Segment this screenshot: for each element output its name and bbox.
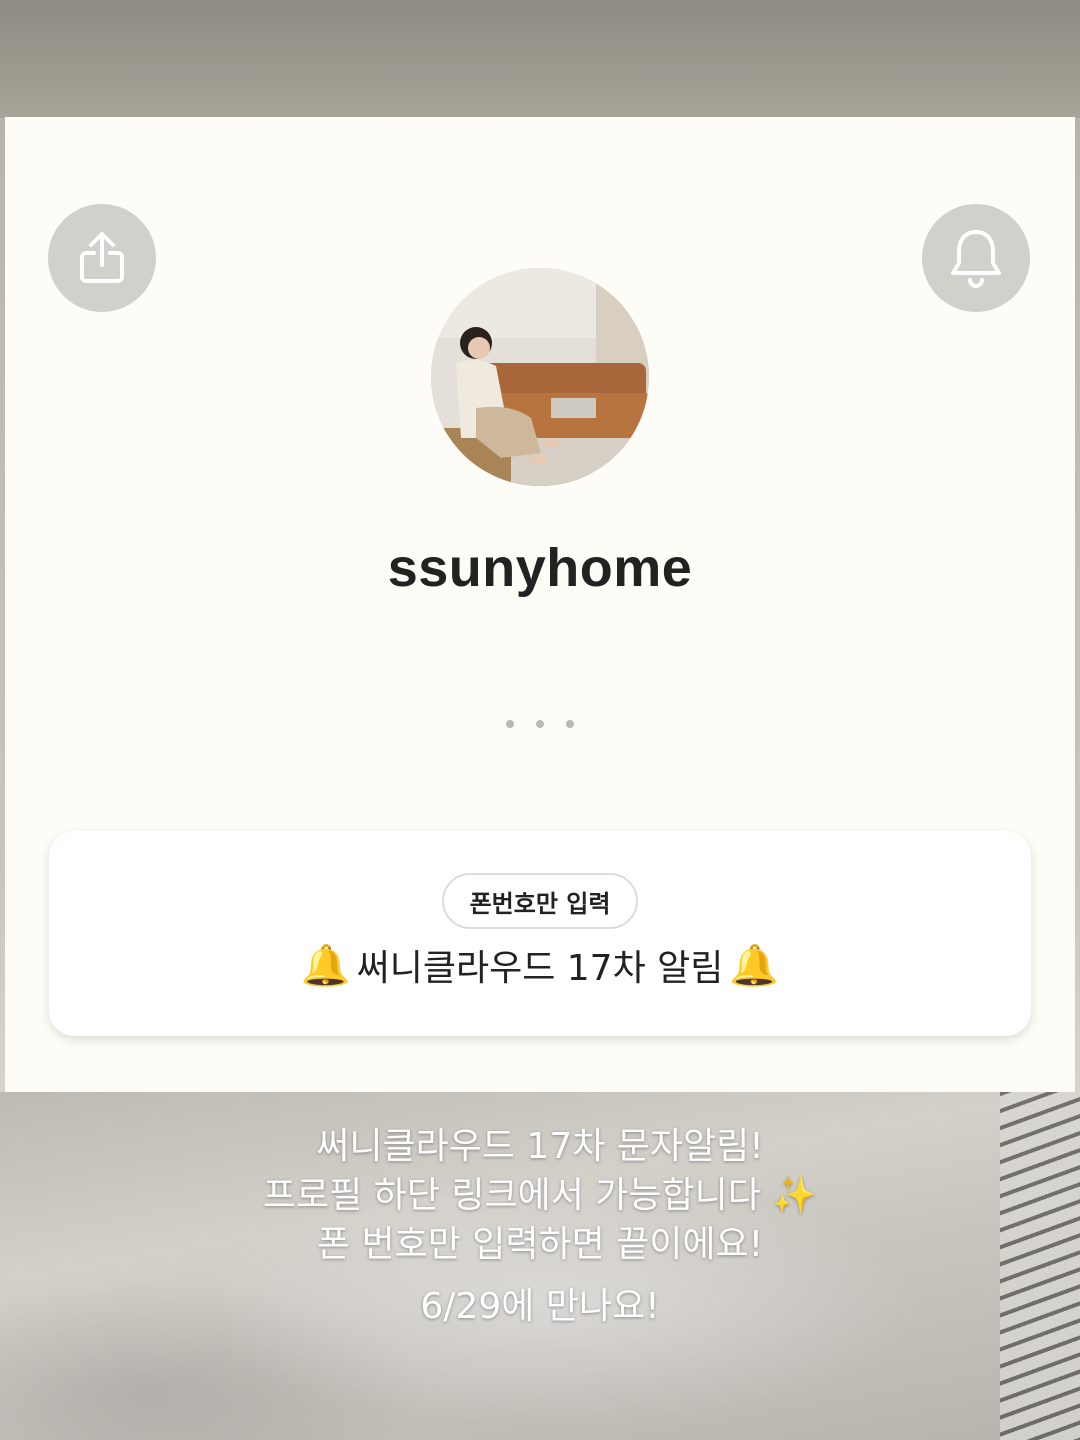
profile-username: ssunyhome xyxy=(387,538,693,598)
profile-card: ssunyhome 폰번호만 입력 🔔 써니클라우드 17차 알림 🔔 xyxy=(5,117,1075,1092)
bell-icon xyxy=(947,227,1005,289)
caption-text: 써니클라우드 17차 문자알림! 프로필 하단 링크에서 가능합니다 ✨ 폰 번… xyxy=(0,1122,1080,1269)
caption-line: 프로필 하단 링크에서 가능합니다 ✨ xyxy=(0,1171,1080,1220)
pagination-dot[interactable] xyxy=(506,720,514,728)
avatar[interactable] xyxy=(431,268,649,486)
caption-line-text: 프로필 하단 링크에서 가능합니다 xyxy=(262,1175,761,1216)
sparkles-icon: ✨ xyxy=(772,1175,818,1216)
background-wall xyxy=(0,0,1080,118)
caption-line: 써니클라우드 17차 문자알림! xyxy=(316,1126,764,1167)
pagination-dots[interactable] xyxy=(5,720,1075,728)
link-card-title: 🔔 써니클라우드 17차 알림 🔔 xyxy=(49,939,1031,991)
phone-only-badge: 폰번호만 입력 xyxy=(442,873,638,929)
bell-emoji-icon: 🔔 xyxy=(729,942,780,989)
link-card-title-text: 써니클라우드 17차 알림 xyxy=(356,948,724,989)
caption-line: 폰 번호만 입력하면 끝이에요! xyxy=(316,1224,764,1265)
profile-photo-icon xyxy=(431,268,649,486)
bell-emoji-icon: 🔔 xyxy=(300,942,351,989)
notification-bell-button[interactable] xyxy=(922,204,1030,312)
pagination-dot[interactable] xyxy=(536,720,544,728)
share-button[interactable] xyxy=(48,204,156,312)
share-icon xyxy=(77,231,127,285)
caption-date-line: 6/29에 만나요! xyxy=(420,1286,660,1327)
pagination-dot[interactable] xyxy=(566,720,574,728)
link-card-sunnycloud-alert[interactable]: 폰번호만 입력 🔔 써니클라우드 17차 알림 🔔 xyxy=(49,831,1031,1036)
